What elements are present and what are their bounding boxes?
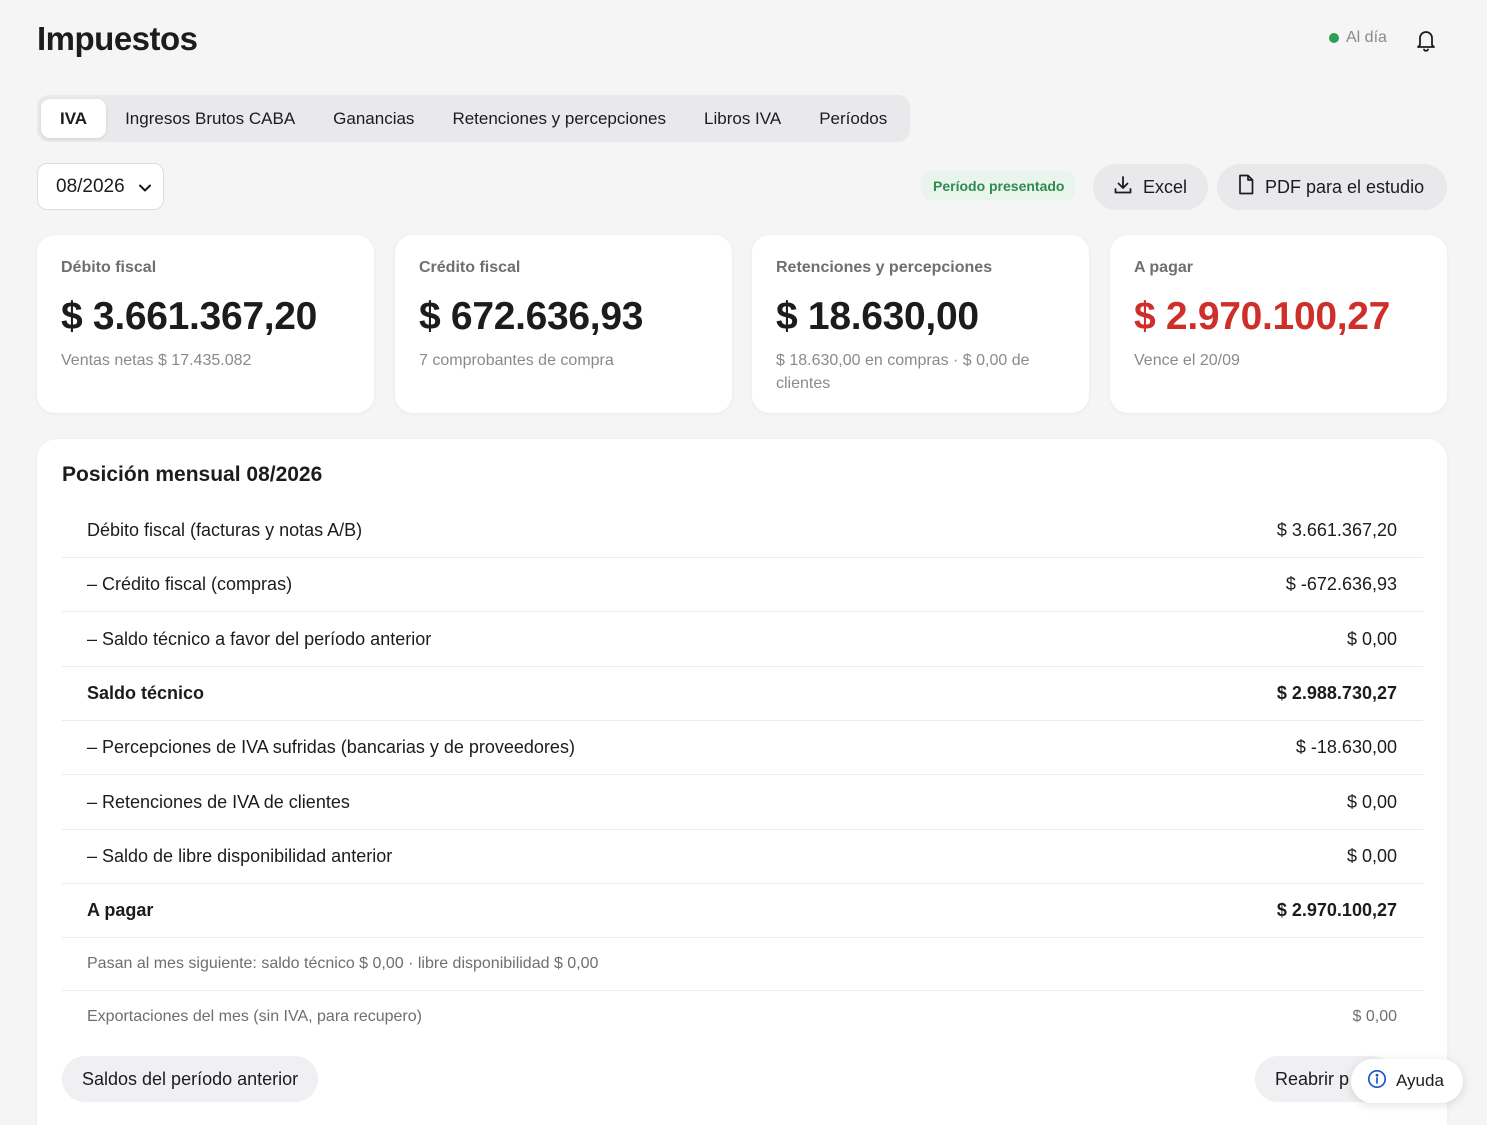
panel-title: Posición mensual 08/2026 <box>62 463 323 486</box>
row-label: – Saldo técnico a favor del período ante… <box>87 628 432 649</box>
payable-card: A pagar $ 2.970.100,27 Vence el 20/09 <box>1110 235 1447 413</box>
table-row-note: Exportaciones del mes (sin IVA, para rec… <box>62 991 1423 1043</box>
card-value: $ 3.661.367,20 <box>61 295 318 338</box>
row-label: Débito fiscal (facturas y notas A/B) <box>87 520 363 540</box>
row-label: Saldo técnico <box>87 683 205 703</box>
tab-iva[interactable]: IVA <box>41 99 107 138</box>
table-row: – Retenciones de IVA de clientes $ 0,00 <box>62 775 1423 830</box>
status-indicator: Al día <box>1329 29 1387 47</box>
table-row: – Crédito fiscal (compras) $ -672.636,93 <box>62 558 1423 612</box>
help-button[interactable]: Ayuda <box>1351 1059 1463 1103</box>
period-select[interactable]: 08/2026 <box>37 163 164 210</box>
bell-icon[interactable] <box>1413 27 1439 53</box>
card-subtext: Vence el 20/09 <box>1134 352 1240 369</box>
row-label: – Saldo de libre disponibilidad anterior <box>87 846 393 866</box>
card-label: A pagar <box>1134 259 1193 276</box>
row-amount: $ 0,00 <box>1346 846 1397 866</box>
card-subtext: $ 18.630,00 en compras · $ 0,00 de clien… <box>776 352 1030 392</box>
debit-card: Débito fiscal $ 3.661.367,20 Ventas neta… <box>37 235 374 413</box>
row-label: A pagar <box>87 900 154 920</box>
period-select-value: 08/2026 <box>56 175 125 197</box>
pdf-button-label: PDF para el estudio <box>1265 176 1425 197</box>
status-badge: Período presentado <box>922 171 1076 200</box>
row-label: – Retenciones de IVA de clientes <box>87 791 350 812</box>
row-amount: $ -18.630,00 <box>1295 737 1397 757</box>
row-amount: $ 2.970.100,27 <box>1276 900 1397 920</box>
row-amount: $ 0,00 <box>1352 1008 1397 1025</box>
table-row-total: Saldo técnico $ 2.988.730,27 <box>62 667 1423 721</box>
card-value: $ 672.636,93 <box>419 295 644 338</box>
withholdings-card: Retenciones y percepciones $ 18.630,00 $… <box>752 235 1089 413</box>
row-label: – Percepciones de IVA sufridas (bancaria… <box>87 737 575 757</box>
row-amount: $ 0,00 <box>1346 628 1397 649</box>
tab-ganancias[interactable]: Ganancias <box>314 99 433 138</box>
table-row: – Saldo de libre disponibilidad anterior… <box>62 830 1423 884</box>
row-amount: $ -672.636,93 <box>1285 574 1397 594</box>
help-label: Ayuda <box>1396 1071 1444 1090</box>
card-value: $ 18.630,00 <box>776 295 979 338</box>
chevron-down-icon <box>139 176 151 198</box>
tax-tabs: IVA Ingresos Brutos CABA Ganancias Reten… <box>37 95 911 142</box>
row-label: Pasan al mes siguiente: saldo técnico $ … <box>87 955 599 972</box>
credit-card: Crédito fiscal $ 672.636,93 7 comprobant… <box>395 235 732 413</box>
row-label: – Crédito fiscal (compras) <box>87 574 293 594</box>
row-amount: $ 0,00 <box>1346 791 1397 812</box>
download-icon <box>1113 175 1133 200</box>
status-dot-icon <box>1329 33 1339 43</box>
card-value: $ 2.970.100,27 <box>1134 295 1391 338</box>
card-label: Débito fiscal <box>61 259 157 276</box>
tab-ingresos-brutos-caba[interactable]: Ingresos Brutos CABA <box>106 99 314 138</box>
excel-button-label: Excel <box>1143 176 1188 197</box>
position-table: Débito fiscal (facturas y notas A/B) $ 3… <box>62 504 1423 1043</box>
card-label: Crédito fiscal <box>419 259 521 276</box>
table-row: – Percepciones de IVA sufridas (bancaria… <box>62 721 1423 775</box>
document-icon <box>1237 174 1255 200</box>
row-label: Exportaciones del mes (sin IVA, para rec… <box>87 1008 422 1025</box>
table-row-note: Pasan al mes siguiente: saldo técnico $ … <box>62 938 1423 991</box>
info-icon <box>1367 1069 1387 1094</box>
card-label: Retenciones y percepciones <box>776 259 993 276</box>
monthly-position-panel: Posición mensual 08/2026 Débito fiscal (… <box>37 439 1447 1125</box>
table-row: Débito fiscal (facturas y notas A/B) $ 3… <box>62 504 1423 558</box>
row-amount: $ 2.988.730,27 <box>1276 683 1397 703</box>
tab-retenciones-percepciones[interactable]: Retenciones y percepciones <box>433 99 685 138</box>
previous-balances-button[interactable]: Saldos del período anterior <box>62 1056 319 1102</box>
tab-periodos[interactable]: Períodos <box>800 99 906 138</box>
table-row-total: A pagar $ 2.970.100,27 <box>62 884 1423 938</box>
taxes-page: Impuestos Al día IVA Ingresos Brutos CAB… <box>0 0 1487 1125</box>
status-label: Al día <box>1346 29 1387 46</box>
table-row: – Saldo técnico a favor del período ante… <box>62 612 1423 667</box>
card-subtext: Ventas netas $ 17.435.082 <box>61 352 252 369</box>
row-amount: $ 3.661.367,20 <box>1276 520 1397 540</box>
card-subtext: 7 comprobantes de compra <box>419 352 614 369</box>
page-title: Impuestos <box>37 20 198 57</box>
excel-button[interactable]: Excel <box>1093 164 1208 210</box>
tab-libros-iva[interactable]: Libros IVA <box>685 99 800 138</box>
pdf-button[interactable]: PDF para el estudio <box>1217 164 1447 210</box>
